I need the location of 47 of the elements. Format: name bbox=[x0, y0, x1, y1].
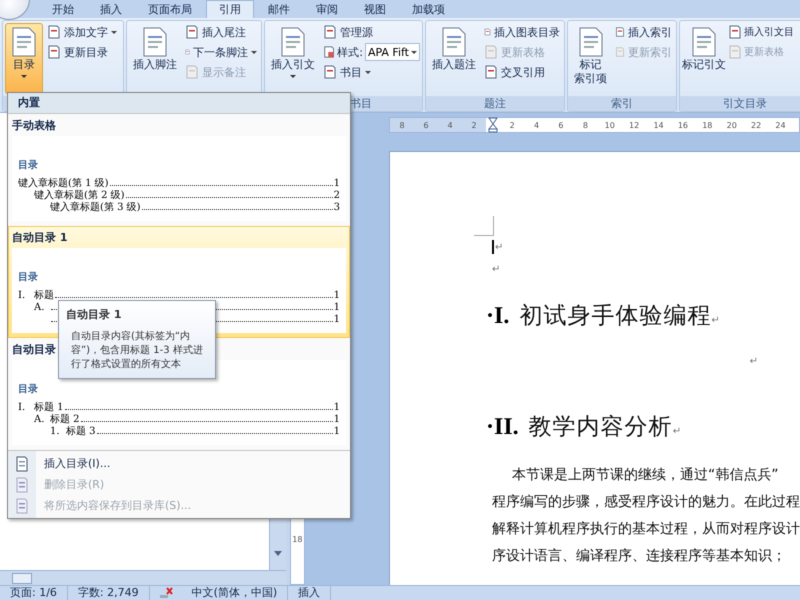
group-label: 索引 bbox=[611, 97, 633, 110]
body-text-line: 程序编写的步骤，感受程序设计的魅力。在此过程 bbox=[492, 493, 800, 512]
preview-page-number: 1 bbox=[334, 314, 340, 326]
body-text-line: 本节课是上两节课的继续，通过“韩信点兵” bbox=[511, 466, 780, 485]
paragraph-mark: ↵ bbox=[495, 242, 504, 252]
preview-number: I. bbox=[18, 402, 26, 414]
preview-entry: 键入章标题(第 2 级) bbox=[34, 190, 125, 202]
body-text-line: 序设计语言、编译程序、连接程序等基本知识； bbox=[492, 547, 787, 566]
horizontal-ruler: 8 6 4 2 2 4 6 8 10 12 14 16 18 20 22 24 bbox=[389, 117, 800, 133]
paragraph-mark: ↵ bbox=[711, 315, 720, 326]
group-label: 引文目录 bbox=[723, 97, 767, 110]
heading-number: ·II. bbox=[486, 414, 519, 441]
preview-page-number: 1 bbox=[334, 302, 340, 314]
heading-text: 初试身手体验编程 bbox=[519, 302, 712, 331]
paragraph-mark: ↵ bbox=[750, 356, 758, 366]
preview-entry: 标题 bbox=[34, 290, 54, 302]
gallery-item-title: 自动目录 bbox=[12, 342, 56, 358]
preview-entry: 标题 1 bbox=[34, 402, 64, 414]
preview-entry: 标题 3 bbox=[66, 426, 96, 438]
preview-page-number: 3 bbox=[334, 202, 340, 214]
preview-entry: 标题 2 bbox=[50, 414, 80, 426]
preview-page-number: 1 bbox=[334, 414, 340, 426]
preview-heading: 目录 bbox=[18, 158, 39, 173]
heading-number: ·I. bbox=[486, 303, 510, 330]
preview-page-number: 2 bbox=[334, 190, 340, 202]
style-label: 样式: bbox=[337, 44, 363, 60]
preview-number: I. bbox=[18, 290, 26, 302]
menu-section-header: 内置 bbox=[8, 93, 350, 114]
heading-text: 教学内容分析 bbox=[528, 413, 673, 442]
gallery-item-title: 自动目录 1 bbox=[12, 230, 68, 246]
preview-page-number: 1 bbox=[334, 426, 340, 438]
preview-page-number: 1 bbox=[334, 402, 340, 414]
preview-entry: 键入章标题(第 1 级) bbox=[18, 178, 109, 190]
body-text-line: 解释计算机程序执行的基本过程，从而对程序设计 bbox=[492, 520, 800, 539]
preview-page-number: 1 bbox=[334, 178, 340, 190]
preview-page-number: 1 bbox=[334, 290, 340, 302]
preview-number: A. bbox=[34, 414, 46, 426]
preview-entry: 键入章标题(第 3 级) bbox=[50, 202, 141, 214]
paragraph-mark: ↵ bbox=[492, 264, 500, 274]
group-label: 题注 bbox=[484, 97, 506, 110]
gallery-item-title: 手动表格 bbox=[12, 118, 56, 134]
preview-number: A. bbox=[34, 302, 46, 314]
paragraph-mark: ↵ bbox=[672, 426, 682, 437]
preview-heading: 目录 bbox=[18, 270, 39, 285]
group-label: 书目 bbox=[350, 97, 372, 110]
tooltip-title: 自动目录 1 bbox=[66, 307, 122, 322]
preview-number: 1. bbox=[50, 426, 61, 438]
